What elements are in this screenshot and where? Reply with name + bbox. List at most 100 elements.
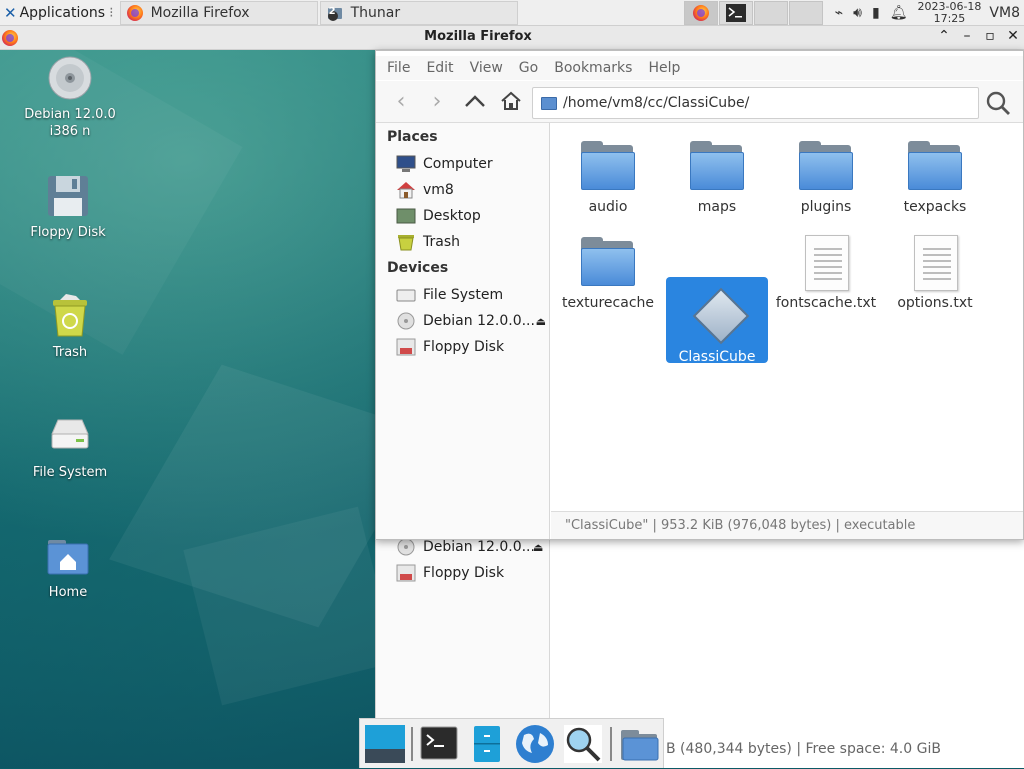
folder-icon (579, 235, 637, 289)
sidebar-item-computer[interactable]: Computer (396, 153, 550, 175)
dock-app-finder-button[interactable] (562, 723, 604, 765)
taskbar-item-firefox[interactable]: Mozilla Firefox (119, 0, 318, 25)
sidebar-item-label: vm8 (423, 182, 454, 198)
optical-disc-icon (46, 54, 94, 102)
status-bar: "ClassiCube" | 953.2 KiB (976,048 bytes)… (551, 511, 1023, 539)
user-label[interactable]: VM8 (989, 5, 1020, 21)
desktop-icon-trash[interactable]: Trash (20, 292, 120, 361)
menu-go[interactable]: Go (519, 60, 538, 76)
sidebar-item-label: Trash (423, 234, 460, 250)
clock[interactable]: 2023-06-18 17:25 (917, 0, 981, 25)
home-button[interactable] (498, 89, 524, 115)
taskbar-item-thunar[interactable]: 2 Thunar (319, 0, 518, 25)
dock-file-manager-button[interactable] (466, 723, 508, 765)
show-desktop-icon (365, 725, 405, 763)
home-folder-icon (44, 532, 92, 580)
parent-folder-button[interactable] (462, 89, 488, 115)
optical-disc-icon (397, 312, 415, 330)
file-item-folder-texpacks[interactable]: texpacks (884, 127, 986, 215)
folder-icon (688, 139, 746, 193)
menu-view[interactable]: View (470, 60, 503, 76)
desktop-icon-label: i386 n (49, 124, 91, 139)
text-file-icon (906, 235, 964, 291)
folder-icon (579, 139, 637, 193)
file-item-folder-maps[interactable]: maps (666, 127, 768, 215)
minimize-button[interactable]: – (959, 28, 975, 44)
file-item-text-fontscache[interactable]: fontscache.txt (775, 223, 877, 311)
computer-icon (396, 155, 416, 172)
sidebar-item-debian-disc[interactable]: Debian 12.0.0... ⏏ (396, 310, 550, 332)
menu-bookmarks[interactable]: Bookmarks (554, 60, 632, 76)
dock-separator (610, 727, 612, 761)
menu-help[interactable]: Help (648, 60, 680, 76)
sidebar-item-label: Floppy Disk (423, 339, 505, 355)
sidebar-item-desktop[interactable]: Desktop (396, 205, 550, 227)
sidebar-item-floppy[interactable]: Floppy Disk (396, 562, 504, 584)
sidebar-item-vm8[interactable]: vm8 (396, 179, 550, 201)
file-name: maps (697, 199, 737, 215)
workspace-1[interactable] (683, 0, 718, 25)
desktop-icon (396, 208, 416, 224)
desktop-icon-file-system[interactable]: File System (20, 412, 120, 481)
maximize-button[interactable]: ▫ (982, 28, 998, 44)
sidebar-item-file-system[interactable]: File System (396, 284, 550, 306)
firefox-window-titlebar[interactable]: Mozilla Firefox ⌃ – ▫ ✕ (0, 26, 1024, 50)
back-button[interactable]: ‹ (388, 89, 414, 115)
task-label: Mozilla Firefox (150, 4, 250, 21)
file-name: texpacks (903, 199, 967, 215)
thunar-window: File Edit View Go Bookmarks Help ‹ › /ho… (375, 50, 1024, 540)
terminal-icon (420, 726, 458, 760)
workspace-3[interactable] (753, 0, 788, 25)
forward-button[interactable]: › (424, 89, 450, 115)
sidebar-item-trash[interactable]: Trash (396, 231, 550, 253)
notification-bell-icon[interactable]: 🔔︎ (890, 5, 908, 21)
menu-bar: File Edit View Go Bookmarks Help (376, 56, 1023, 80)
battery-icon[interactable]: ▮ (872, 5, 880, 21)
chevron-up-icon[interactable]: ⌃ (936, 28, 952, 44)
file-item-folder-texturecache[interactable]: texturecache (557, 223, 659, 311)
thunar-icon: 2 (327, 5, 343, 21)
search-button[interactable] (984, 89, 1012, 117)
folder-icon (797, 139, 855, 193)
file-item-folder-audio[interactable]: audio (557, 127, 659, 215)
file-item-text-options[interactable]: options.txt (884, 223, 986, 311)
firefox-icon (126, 4, 143, 21)
close-button[interactable]: ✕ (1005, 28, 1021, 44)
menu-file[interactable]: File (387, 60, 410, 76)
location-bar[interactable]: /home/vm8/cc/ClassiCube/ (532, 87, 979, 119)
menu-edit[interactable]: Edit (426, 60, 453, 76)
file-item-folder-plugins[interactable]: plugins (775, 127, 877, 215)
sidebar-item-label: Floppy Disk (423, 565, 505, 581)
volume-icon[interactable]: 🔊︎ (853, 5, 862, 21)
sidebar-item-label: Debian 12.0.0... (423, 313, 535, 329)
dock-folder-button[interactable] (618, 723, 660, 765)
desktop-icon-floppy[interactable]: Floppy Disk (18, 172, 118, 241)
file-name: options.txt (897, 295, 973, 311)
sidebar-item-label: Computer (423, 156, 493, 172)
system-tray: ⌁ 🔊︎ ▮ 🔔︎ (835, 5, 908, 21)
network-icon[interactable]: ⌁ (835, 5, 843, 21)
desktop-icon-debian-disc[interactable]: Debian 12.0.0 i386 n (20, 54, 120, 140)
workspace-2[interactable] (718, 0, 753, 25)
floppy-disk-icon (396, 564, 416, 582)
file-name: audio (588, 199, 628, 215)
dock (359, 718, 664, 768)
file-cabinet-icon (474, 726, 500, 762)
executable-icon (688, 287, 750, 345)
trash-icon (398, 235, 414, 251)
dock-web-browser-button[interactable] (514, 723, 556, 765)
sidebar-item-floppy[interactable]: Floppy Disk (396, 336, 550, 358)
sidebar-header-places: Places (387, 129, 438, 145)
desktop-icon-label: Trash (52, 345, 88, 360)
applications-menu-button[interactable]: ✕ Applications ⁝ (0, 0, 118, 26)
dock-terminal-button[interactable] (418, 723, 460, 765)
search-icon (986, 91, 1010, 115)
workspace-4[interactable] (788, 0, 823, 25)
optical-disc-icon (397, 538, 415, 556)
show-desktop-button[interactable] (364, 723, 406, 765)
file-item-executable-classicube[interactable]: ClassiCube (666, 277, 768, 365)
eject-icon[interactable]: ⏏ (536, 315, 546, 328)
desktop-icon-home[interactable]: Home (18, 532, 118, 601)
eject-icon[interactable]: ⏏ (533, 541, 543, 554)
desktop-icon-label: Debian 12.0.0 (24, 107, 116, 122)
